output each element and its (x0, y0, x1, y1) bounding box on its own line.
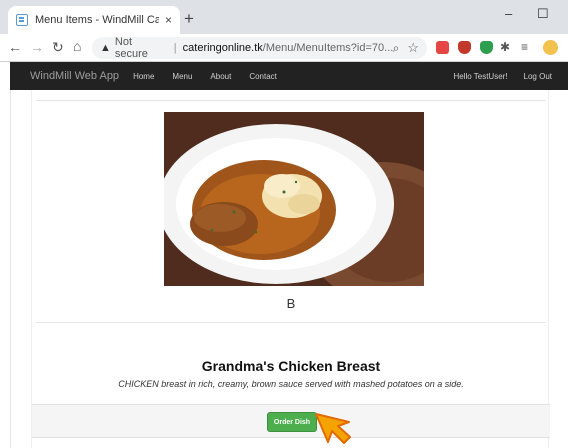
nav-link-about[interactable]: About (210, 72, 231, 81)
browser-tab[interactable]: Menu Items - WindMill Catering × (8, 6, 180, 34)
image-caption: B (286, 296, 296, 311)
pointer-cursor-icon (315, 413, 351, 444)
menu-item-card: B Grandma's Chicken Breast CHICKEN breas… (31, 90, 550, 448)
address-separator: | (173, 42, 177, 54)
dish-name: Grandma's Chicken Breast (201, 358, 381, 374)
logout-link[interactable]: Log Out (524, 72, 552, 81)
url-host: cateringonline.tk (182, 42, 263, 54)
app-navbar: WindMill Web App Home Menu About Contact… (10, 62, 568, 90)
browser-tab-strip: Menu Items - WindMill Catering × + – ☐ (0, 0, 568, 34)
tab-close-icon[interactable]: × (165, 13, 172, 27)
bookmark-star-icon[interactable]: ☆ (407, 40, 419, 56)
tab-title: Menu Items - WindMill Catering (35, 14, 159, 26)
maximize-button[interactable]: ☐ (537, 6, 549, 22)
app-brand-link[interactable]: WindMill Web App (30, 70, 119, 82)
reading-list-icon[interactable]: ≡ (521, 40, 528, 54)
dish-photo (164, 112, 424, 286)
minimize-button[interactable]: – (505, 6, 512, 21)
top-divider (36, 100, 546, 101)
not-secure-warning-icon: ▲ (100, 42, 111, 54)
user-greeting-link[interactable]: Hello TestUser! (453, 72, 507, 81)
profile-avatar-icon[interactable] (543, 40, 558, 55)
url-path: /Menu/MenuItems?id=70... (262, 42, 393, 54)
nav-link-home[interactable]: Home (133, 72, 154, 81)
middle-divider (36, 322, 546, 323)
order-dish-button[interactable]: Order Dish (267, 412, 317, 432)
extension-shield-icon[interactable] (458, 41, 471, 54)
page-content: B Grandma's Chicken Breast CHICKEN breas… (10, 90, 568, 448)
extensions-puzzle-icon[interactable]: ✱ (500, 40, 510, 54)
zoom-search-icon[interactable]: ⌕ (393, 41, 400, 56)
navbar-user-area: Hello TestUser! Log Out (453, 72, 568, 81)
address-bar[interactable]: ▲ Not secure | cateringonline.tk /Menu/M… (92, 36, 427, 60)
extension-red-icon[interactable] (436, 41, 449, 54)
page-favicon-icon (16, 14, 28, 26)
reload-icon[interactable]: ↻ (52, 39, 64, 56)
dish-description: CHICKEN breast in rich, creamy, brown sa… (118, 379, 464, 389)
forward-arrow-icon[interactable]: → (30, 39, 44, 55)
back-arrow-icon[interactable]: ← (8, 39, 22, 55)
browser-toolbar: ← → ↻ ⌂ ▲ Not secure | cateringonline.tk… (0, 34, 568, 62)
nav-link-menu[interactable]: Menu (172, 72, 192, 81)
security-label: Not secure (114, 36, 148, 60)
extension-green-shield-icon[interactable] (480, 41, 493, 54)
nav-link-contact[interactable]: Contact (249, 72, 277, 81)
home-icon[interactable]: ⌂ (73, 38, 81, 54)
new-tab-button[interactable]: + (184, 9, 194, 29)
card-footer: Order Dish (32, 404, 550, 438)
